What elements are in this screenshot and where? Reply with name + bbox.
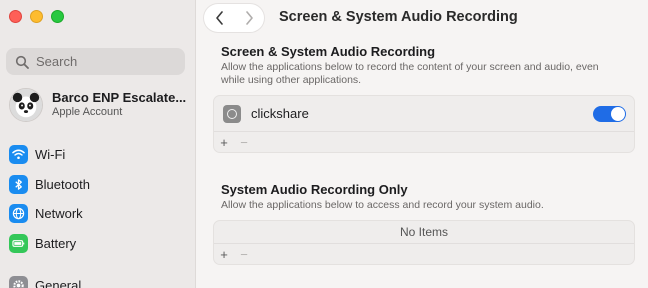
sidebar: Search Barco ENP Escalate... Apple Accou… (0, 0, 196, 288)
sidebar-item-bluetooth[interactable]: Bluetooth (9, 170, 189, 200)
search-field[interactable]: Search (6, 48, 185, 75)
chevron-right-icon (245, 11, 253, 25)
sidebar-item-label: General (35, 278, 82, 288)
zoom-window-button[interactable] (51, 10, 64, 23)
sidebar-item-network[interactable]: Network (9, 199, 189, 229)
sidebar-item-label: Network (35, 206, 83, 222)
sidebar-nav: Wi-Fi Bluetooth Network Battery General (9, 140, 189, 288)
section-title-screen-recording: Screen & System Audio Recording (221, 44, 436, 59)
section-title-audio-only: System Audio Recording Only (221, 182, 408, 197)
list-item-clickshare[interactable]: clickshare (214, 96, 634, 132)
search-icon (15, 55, 29, 69)
bluetooth-icon (9, 174, 28, 194)
wifi-icon (9, 145, 28, 165)
remove-app-button[interactable]: − (239, 247, 249, 262)
sidebar-item-wifi[interactable]: Wi-Fi (9, 140, 189, 170)
page-title: Screen & System Audio Recording (279, 9, 518, 25)
empty-list-message: No Items (214, 221, 634, 244)
sidebar-item-label: Wi-Fi (35, 147, 66, 163)
main-pane: Screen & System Audio Recording Screen &… (196, 0, 648, 288)
add-app-button[interactable]: + (219, 247, 229, 262)
chevron-left-icon (215, 11, 223, 25)
clickshare-app-icon (223, 104, 241, 123)
section-description-screen-recording: Allow the applications below to record t… (221, 61, 599, 87)
add-app-button[interactable]: + (219, 135, 229, 150)
globe-icon (9, 204, 28, 224)
list-actions: + − (214, 132, 634, 152)
account-subtitle: Apple Account (52, 106, 123, 119)
screen-recording-app-list: clickshare + − (213, 95, 635, 153)
sidebar-item-battery[interactable]: Battery (9, 229, 189, 259)
back-button[interactable] (204, 4, 234, 32)
section-description-audio-only: Allow the applications below to access a… (221, 199, 544, 211)
list-actions: + − (214, 244, 634, 264)
audio-recording-app-list: No Items + − (213, 220, 635, 265)
window-controls (9, 10, 64, 23)
close-window-button[interactable] (9, 10, 22, 23)
history-navigation (204, 4, 264, 32)
toggle-knob (611, 107, 625, 121)
forward-button[interactable] (234, 4, 264, 32)
minimize-window-button[interactable] (30, 10, 43, 23)
gear-icon (9, 276, 28, 288)
account-name: Barco ENP Escalate... (52, 90, 187, 105)
sidebar-item-label: Battery (35, 235, 77, 251)
clickshare-permission-toggle[interactable] (593, 106, 626, 122)
sidebar-item-label: Bluetooth (35, 176, 90, 192)
panda-avatar-icon (10, 89, 42, 121)
avatar (9, 88, 43, 122)
system-settings-window: Search Barco ENP Escalate... Apple Accou… (0, 0, 648, 288)
app-name: clickshare (251, 106, 309, 121)
sidebar-item-general[interactable]: General (9, 271, 189, 288)
battery-icon (9, 233, 28, 253)
remove-app-button[interactable]: − (239, 135, 249, 150)
apple-account-item[interactable]: Barco ENP Escalate... Apple Account (9, 86, 194, 124)
search-placeholder: Search (36, 54, 78, 69)
